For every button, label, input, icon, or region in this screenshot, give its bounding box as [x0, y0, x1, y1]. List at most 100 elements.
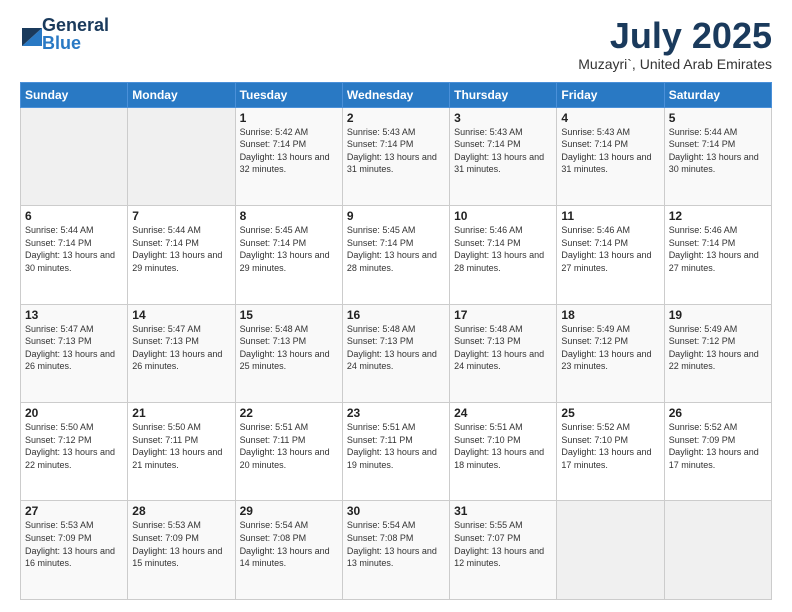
day-number: 19: [669, 308, 767, 322]
day-number: 15: [240, 308, 338, 322]
day-number: 2: [347, 111, 445, 125]
calendar-cell: [128, 107, 235, 205]
day-info: Sunrise: 5:43 AM Sunset: 7:14 PM Dayligh…: [561, 126, 659, 176]
day-info: Sunrise: 5:50 AM Sunset: 7:12 PM Dayligh…: [25, 421, 123, 471]
day-number: 29: [240, 504, 338, 518]
title-block: July 2025 Muzayri`, United Arab Emirates: [578, 16, 772, 72]
day-number: 13: [25, 308, 123, 322]
day-number: 8: [240, 209, 338, 223]
day-number: 20: [25, 406, 123, 420]
week-row-3: 20Sunrise: 5:50 AM Sunset: 7:12 PM Dayli…: [21, 403, 772, 501]
calendar-cell: 26Sunrise: 5:52 AM Sunset: 7:09 PM Dayli…: [664, 403, 771, 501]
day-info: Sunrise: 5:42 AM Sunset: 7:14 PM Dayligh…: [240, 126, 338, 176]
calendar-cell: 20Sunrise: 5:50 AM Sunset: 7:12 PM Dayli…: [21, 403, 128, 501]
calendar-cell: 31Sunrise: 5:55 AM Sunset: 7:07 PM Dayli…: [450, 501, 557, 600]
calendar-cell: 6Sunrise: 5:44 AM Sunset: 7:14 PM Daylig…: [21, 206, 128, 304]
logo-text: General Blue: [42, 16, 109, 52]
day-number: 11: [561, 209, 659, 223]
weekday-header-saturday: Saturday: [664, 82, 771, 107]
day-number: 28: [132, 504, 230, 518]
day-info: Sunrise: 5:54 AM Sunset: 7:08 PM Dayligh…: [347, 519, 445, 569]
day-info: Sunrise: 5:44 AM Sunset: 7:14 PM Dayligh…: [25, 224, 123, 274]
day-info: Sunrise: 5:43 AM Sunset: 7:14 PM Dayligh…: [347, 126, 445, 176]
calendar-cell: 16Sunrise: 5:48 AM Sunset: 7:13 PM Dayli…: [342, 304, 449, 402]
day-info: Sunrise: 5:46 AM Sunset: 7:14 PM Dayligh…: [669, 224, 767, 274]
day-info: Sunrise: 5:53 AM Sunset: 7:09 PM Dayligh…: [25, 519, 123, 569]
day-info: Sunrise: 5:44 AM Sunset: 7:14 PM Dayligh…: [669, 126, 767, 176]
day-info: Sunrise: 5:53 AM Sunset: 7:09 PM Dayligh…: [132, 519, 230, 569]
day-number: 5: [669, 111, 767, 125]
day-info: Sunrise: 5:48 AM Sunset: 7:13 PM Dayligh…: [454, 323, 552, 373]
day-info: Sunrise: 5:52 AM Sunset: 7:10 PM Dayligh…: [561, 421, 659, 471]
weekday-header-sunday: Sunday: [21, 82, 128, 107]
calendar-cell: 13Sunrise: 5:47 AM Sunset: 7:13 PM Dayli…: [21, 304, 128, 402]
day-info: Sunrise: 5:51 AM Sunset: 7:10 PM Dayligh…: [454, 421, 552, 471]
day-number: 17: [454, 308, 552, 322]
month-year: July 2025: [578, 16, 772, 56]
day-number: 30: [347, 504, 445, 518]
week-row-0: 1Sunrise: 5:42 AM Sunset: 7:14 PM Daylig…: [21, 107, 772, 205]
day-number: 24: [454, 406, 552, 420]
calendar-cell: 8Sunrise: 5:45 AM Sunset: 7:14 PM Daylig…: [235, 206, 342, 304]
day-info: Sunrise: 5:46 AM Sunset: 7:14 PM Dayligh…: [454, 224, 552, 274]
calendar-cell: 7Sunrise: 5:44 AM Sunset: 7:14 PM Daylig…: [128, 206, 235, 304]
calendar-cell: 11Sunrise: 5:46 AM Sunset: 7:14 PM Dayli…: [557, 206, 664, 304]
calendar-cell: 23Sunrise: 5:51 AM Sunset: 7:11 PM Dayli…: [342, 403, 449, 501]
day-info: Sunrise: 5:49 AM Sunset: 7:12 PM Dayligh…: [561, 323, 659, 373]
day-number: 14: [132, 308, 230, 322]
weekday-header-row: SundayMondayTuesdayWednesdayThursdayFrid…: [21, 82, 772, 107]
day-info: Sunrise: 5:52 AM Sunset: 7:09 PM Dayligh…: [669, 421, 767, 471]
calendar-cell: 27Sunrise: 5:53 AM Sunset: 7:09 PM Dayli…: [21, 501, 128, 600]
weekday-header-tuesday: Tuesday: [235, 82, 342, 107]
week-row-1: 6Sunrise: 5:44 AM Sunset: 7:14 PM Daylig…: [21, 206, 772, 304]
calendar-cell: 25Sunrise: 5:52 AM Sunset: 7:10 PM Dayli…: [557, 403, 664, 501]
day-number: 4: [561, 111, 659, 125]
calendar-cell: 22Sunrise: 5:51 AM Sunset: 7:11 PM Dayli…: [235, 403, 342, 501]
day-info: Sunrise: 5:47 AM Sunset: 7:13 PM Dayligh…: [25, 323, 123, 373]
day-info: Sunrise: 5:43 AM Sunset: 7:14 PM Dayligh…: [454, 126, 552, 176]
calendar-cell: 29Sunrise: 5:54 AM Sunset: 7:08 PM Dayli…: [235, 501, 342, 600]
calendar-cell: 9Sunrise: 5:45 AM Sunset: 7:14 PM Daylig…: [342, 206, 449, 304]
day-info: Sunrise: 5:46 AM Sunset: 7:14 PM Dayligh…: [561, 224, 659, 274]
day-info: Sunrise: 5:45 AM Sunset: 7:14 PM Dayligh…: [347, 224, 445, 274]
calendar-cell: 2Sunrise: 5:43 AM Sunset: 7:14 PM Daylig…: [342, 107, 449, 205]
calendar-cell: [557, 501, 664, 600]
day-number: 12: [669, 209, 767, 223]
calendar-cell: [664, 501, 771, 600]
day-info: Sunrise: 5:48 AM Sunset: 7:13 PM Dayligh…: [240, 323, 338, 373]
day-number: 18: [561, 308, 659, 322]
weekday-header-thursday: Thursday: [450, 82, 557, 107]
day-number: 21: [132, 406, 230, 420]
calendar-cell: 1Sunrise: 5:42 AM Sunset: 7:14 PM Daylig…: [235, 107, 342, 205]
day-number: 25: [561, 406, 659, 420]
calendar-cell: 18Sunrise: 5:49 AM Sunset: 7:12 PM Dayli…: [557, 304, 664, 402]
day-number: 23: [347, 406, 445, 420]
day-info: Sunrise: 5:55 AM Sunset: 7:07 PM Dayligh…: [454, 519, 552, 569]
weekday-header-wednesday: Wednesday: [342, 82, 449, 107]
day-info: Sunrise: 5:45 AM Sunset: 7:14 PM Dayligh…: [240, 224, 338, 274]
day-number: 16: [347, 308, 445, 322]
calendar-cell: [21, 107, 128, 205]
day-info: Sunrise: 5:47 AM Sunset: 7:13 PM Dayligh…: [132, 323, 230, 373]
calendar-cell: 10Sunrise: 5:46 AM Sunset: 7:14 PM Dayli…: [450, 206, 557, 304]
calendar-cell: 12Sunrise: 5:46 AM Sunset: 7:14 PM Dayli…: [664, 206, 771, 304]
calendar-cell: 17Sunrise: 5:48 AM Sunset: 7:13 PM Dayli…: [450, 304, 557, 402]
week-row-2: 13Sunrise: 5:47 AM Sunset: 7:13 PM Dayli…: [21, 304, 772, 402]
day-number: 9: [347, 209, 445, 223]
day-number: 31: [454, 504, 552, 518]
calendar-table: SundayMondayTuesdayWednesdayThursdayFrid…: [20, 82, 772, 600]
logo: General Blue: [20, 16, 109, 52]
week-row-4: 27Sunrise: 5:53 AM Sunset: 7:09 PM Dayli…: [21, 501, 772, 600]
day-info: Sunrise: 5:51 AM Sunset: 7:11 PM Dayligh…: [347, 421, 445, 471]
location: Muzayri`, United Arab Emirates: [578, 56, 772, 72]
calendar-cell: 15Sunrise: 5:48 AM Sunset: 7:13 PM Dayli…: [235, 304, 342, 402]
day-number: 22: [240, 406, 338, 420]
weekday-header-monday: Monday: [128, 82, 235, 107]
calendar-cell: 19Sunrise: 5:49 AM Sunset: 7:12 PM Dayli…: [664, 304, 771, 402]
day-info: Sunrise: 5:51 AM Sunset: 7:11 PM Dayligh…: [240, 421, 338, 471]
header: General Blue July 2025 Muzayri`, United …: [20, 16, 772, 72]
day-number: 6: [25, 209, 123, 223]
day-number: 10: [454, 209, 552, 223]
logo-blue-text: Blue: [42, 34, 109, 52]
day-info: Sunrise: 5:54 AM Sunset: 7:08 PM Dayligh…: [240, 519, 338, 569]
